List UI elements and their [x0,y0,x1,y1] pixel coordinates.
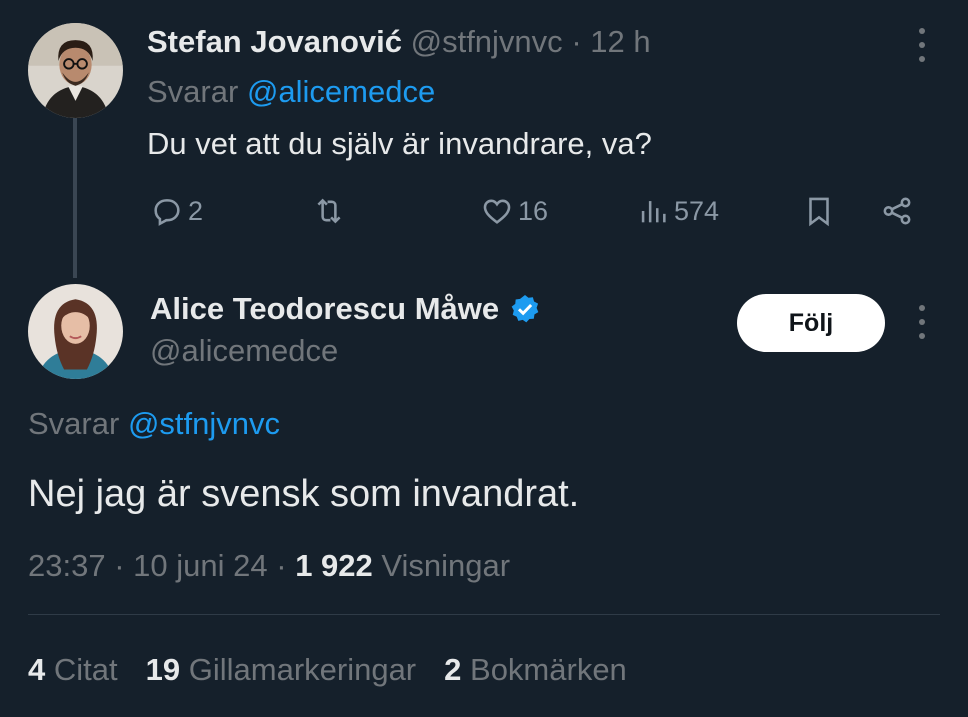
like-icon [483,199,511,224]
share-icon [883,197,911,225]
likes-stat[interactable]: 19 Gillamarkeringar [146,648,417,692]
bookmarks-label: Bokmärken [470,652,627,687]
bookmark-button[interactable] [802,190,836,232]
author-handle[interactable]: @alicemedce [150,330,338,372]
author-name[interactable]: Stefan Jovanović [147,24,402,59]
main-author-name-row: Alice Teodorescu Måwe [150,288,541,330]
tweet-time[interactable]: 12 h [590,24,650,59]
quotes-label: Citat [53,652,118,687]
avatar-alice-image [28,284,123,379]
likes-count: 19 [145,652,181,687]
tweet-date[interactable]: 10 juni 24 [133,548,267,583]
tweet-meta-line: 23:37 · 10 juni 24 · 1 922 Visningar [28,545,510,587]
retweet-icon [317,198,341,224]
header-separator: · [571,24,582,59]
views-count: 1 922 [295,548,373,583]
meta-separator: · [114,548,125,583]
tweet-action-bar: 2 16 574 [0,190,968,232]
bookmarks-stat[interactable]: 2 Bokmärken [444,648,627,692]
quotes-stat[interactable]: 4 Citat [28,648,118,692]
views-button[interactable]: 574 [636,190,719,232]
reply-tweet-text: Du vet att du själv är invandrare, va? [147,126,652,161]
reply-button[interactable]: 2 [150,190,203,232]
replying-to-link[interactable]: @stfnjvnvc [128,406,280,441]
retweet-button[interactable] [312,190,350,232]
more-options-icon[interactable] [912,28,932,62]
meta-separator: · [276,548,287,583]
views-count: 574 [674,195,720,226]
tweet-time[interactable]: 23:37 [28,548,106,583]
likes-label: Gillamarkeringar [188,652,417,687]
views-label: Visningar [381,548,511,583]
follow-button[interactable]: Följ [737,294,885,352]
replying-prefix: Svarar [147,74,239,109]
author-handle[interactable]: @stfnjvnvc [411,24,563,59]
reply-tweet-header: Stefan Jovanović @stfnjvnvc · 12 h [147,22,651,62]
like-count: 16 [518,195,549,226]
bookmark-icon [809,197,829,227]
reply-count: 2 [188,195,204,226]
verified-badge-icon [511,295,539,323]
replying-to-line: Svarar @alicemedce [147,72,435,112]
main-tweet-text: Nej jag är svensk som invandrat. [28,473,580,515]
avatar-stefan[interactable] [28,23,123,118]
replying-prefix: Svarar [28,406,120,441]
divider [28,614,940,615]
more-options-icon[interactable] [912,305,932,339]
quotes-count: 4 [28,652,46,687]
reply-icon [154,199,180,226]
like-button[interactable]: 16 [480,190,548,232]
engagement-stats: 4 Citat 19 Gillamarkeringar 2 Bokmärken [28,648,655,692]
views-icon [641,201,666,223]
avatar-alice[interactable] [28,284,123,379]
share-button[interactable] [880,190,914,232]
replying-to-line: Svarar @stfnjvnvc [28,403,280,445]
avatar-stefan-image [28,23,123,118]
replying-to-link[interactable]: @alicemedce [247,74,435,109]
bookmarks-count: 2 [444,652,462,687]
author-name[interactable]: Alice Teodorescu Måwe [150,288,499,330]
